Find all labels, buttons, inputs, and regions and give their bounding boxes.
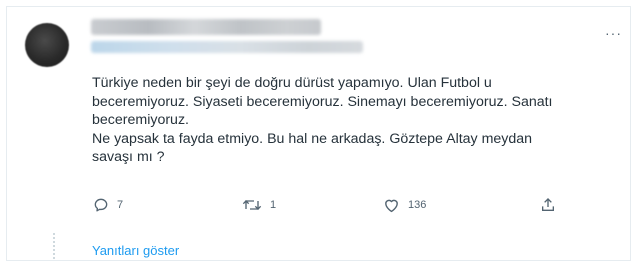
like-count: 136	[408, 199, 427, 211]
tweet-text-line: beceremiyoruz.	[92, 112, 189, 128]
reply-count: 7	[117, 199, 124, 211]
heart-icon	[385, 199, 398, 213]
tweet-text-line: beceremiyoruz. Siyaseti beceremiyoruz. S…	[92, 93, 553, 110]
share-button[interactable]	[540, 197, 556, 213]
retweet-count: 1	[270, 199, 277, 211]
like-button[interactable]: 136	[383, 197, 426, 213]
blurred-username	[91, 41, 363, 53]
blurred-display-name	[91, 19, 321, 35]
retweet-icon	[242, 200, 262, 210]
tweet-text-line: savaşı mı ?	[92, 149, 165, 165]
share-icon	[542, 198, 554, 211]
tweet-text-line: Ne yapsak ta fayda etmiyo. Bu hal ne ark…	[92, 130, 533, 147]
tweet-text: Türkiye neden bir şeyi de doğru dürüst y…	[92, 74, 632, 167]
avatar[interactable]	[25, 23, 69, 67]
tweet-card[interactable]: ··· Türkiye neden bir şeyi de doğru dürü…	[6, 6, 631, 261]
reply-icon	[94, 198, 108, 212]
reply-button[interactable]: 7	[93, 197, 123, 213]
tweet-text-line: Türkiye neden bir şeyi de doğru dürüst y…	[92, 75, 492, 91]
more-options-icon[interactable]: ···	[605, 25, 622, 41]
thread-connector-line	[53, 233, 55, 259]
show-replies-link[interactable]: Yanıtları göster	[92, 243, 179, 258]
retweet-button[interactable]: 1	[242, 197, 276, 213]
tweet-actions: 7 1 136	[7, 197, 630, 217]
